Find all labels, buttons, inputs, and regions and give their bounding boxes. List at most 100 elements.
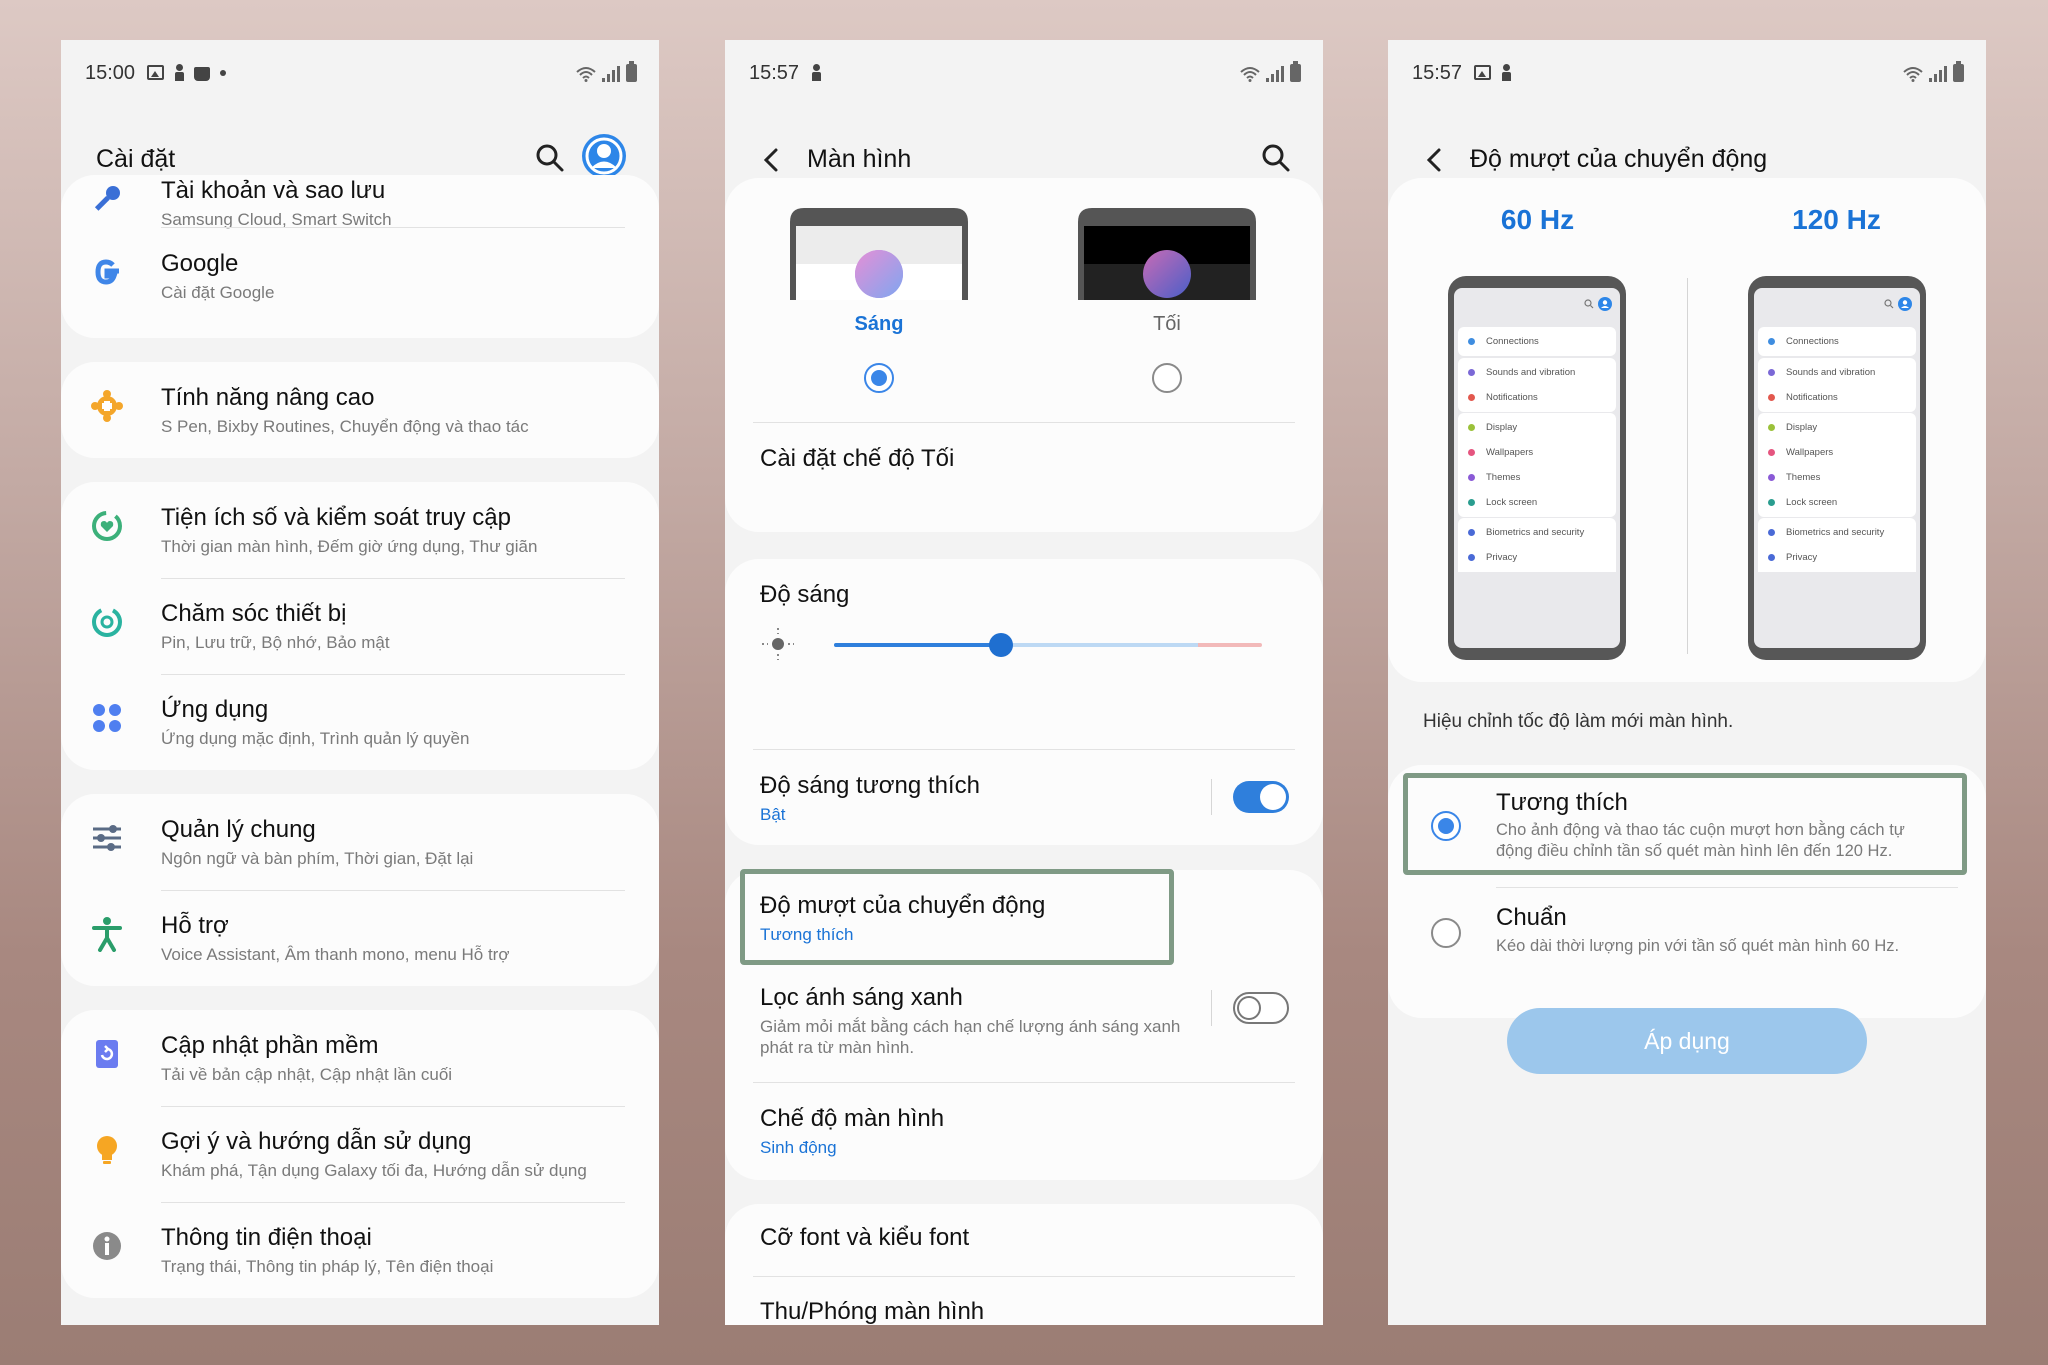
option-adaptive-highlight [1403,773,1967,875]
font-card: Cỡ font và kiểu font Thu/Phóng màn hình [725,1204,1323,1325]
list-item-tips-help[interactable]: Gợi ý và hướng dẫn sử dụng Khám phá, Tận… [61,1106,659,1202]
mini-list-item-label: Sounds and vibration [1486,367,1576,378]
battery-icon [626,61,637,82]
brightness-slider[interactable] [834,633,1262,657]
motion-smoothness-screen: 15:57 Độ mượt của chuyển động 60 Hz 120 … [1388,40,1986,1325]
mini-list-item-label: Lock screen [1486,497,1538,508]
theme-dark-label: Tối [1153,313,1181,335]
status-bar: 15:57 [725,50,1323,94]
font-size-style-link[interactable]: Cỡ font và kiểu font [760,1224,969,1252]
mini-list-item-label: Display [1486,422,1518,433]
mini-list-item-label: Connections [1786,336,1839,347]
status-time: 15:57 [749,62,800,84]
apply-button[interactable]: Áp dụng [1507,1008,1867,1074]
mini-item-icon [1468,369,1475,376]
option-standard-radio[interactable] [1431,918,1461,948]
page-title: Màn hình [807,145,912,173]
screen-zoom-link[interactable]: Thu/Phóng màn hình [760,1298,984,1325]
mini-list-item: Connections [1758,327,1916,356]
more-notifications-icon [220,69,226,76]
mini-list-item-label: Display [1786,422,1818,433]
theme-card: Sáng Tối Cài đặt chế độ Tối [725,178,1323,532]
theme-light-label: Sáng [854,313,904,335]
mini-item-icon [1768,529,1775,536]
blue-light-filter-toggle[interactable] [1233,992,1289,1024]
mini-list-item: Privacy [1758,543,1916,572]
option-standard-row[interactable]: Chuẩn Kéo dài thời lượng pin với tần số … [1388,888,1986,988]
list-item-general-management[interactable]: Quản lý chung Ngôn ngữ và bàn phím, Thời… [61,794,659,890]
accessibility-icon [92,917,122,952]
google-icon [95,259,119,285]
wifi-icon [1240,67,1260,82]
adaptive-brightness-toggle[interactable] [1233,781,1289,813]
mini-list-item-label: Biometrics and security [1486,527,1585,538]
display-settings-screen: 15:57 Màn hình Sáng Tối Cài đặt chế độ T… [725,40,1323,1325]
wellbeing-heart-icon [92,511,122,541]
mini-avatar-icon [1598,297,1612,311]
theme-dark-radio[interactable] [1152,363,1182,393]
general-card: Quản lý chung Ngôn ngữ và bàn phím, Thời… [61,794,659,986]
mini-item-icon [1768,338,1775,345]
mini-item-icon [1768,424,1775,431]
search-icon[interactable] [1259,141,1293,175]
software-update-icon [96,1040,118,1068]
status-bar: 15:57 [1388,50,1986,94]
list-item-accessibility[interactable]: Hỗ trợ Voice Assistant, Âm thanh mono, m… [61,890,659,986]
mini-list-item: Connections [1458,327,1616,356]
dark-mode-settings-link[interactable]: Cài đặt chế độ Tối [760,445,954,473]
wifi-icon [1903,67,1923,82]
blue-light-filter-row[interactable]: Lọc ánh sáng xanh Giảm mỏi mắt bằng cách… [725,962,1323,1082]
signal-icon [602,66,620,82]
mini-list-item: Lock screen [1458,488,1616,517]
hz120-label: 120 Hz [1792,204,1881,235]
list-item-software-update[interactable]: Cập nhật phần mềm Tải về bản cập nhật, C… [61,1010,659,1106]
signal-icon [1266,66,1284,82]
store-notification-icon [194,67,210,81]
mini-list-item: Notifications [1758,383,1916,412]
list-item-google[interactable]: Google Cài đặt Google [61,228,659,324]
back-arrow-icon[interactable] [1422,147,1448,173]
mini-item-icon [1768,394,1775,401]
refresh-rate-description: Hiệu chỉnh tốc độ làm mới màn hình. [1423,711,1734,732]
mini-list-item-label: Privacy [1486,552,1518,563]
mini-item-icon [1468,424,1475,431]
status-bar: 15:00 [61,50,659,94]
screen-mode-row[interactable]: Chế độ màn hình Sinh động [725,1083,1323,1180]
light-theme-preview[interactable] [790,208,968,300]
about-card: Cập nhật phần mềm Tải về bản cập nhật, C… [61,1010,659,1298]
list-item-about-phone[interactable]: Thông tin điện thoại Trạng thái, Thông t… [61,1202,659,1298]
mini-item-icon [1468,529,1475,536]
person-notification-icon [174,64,184,81]
mini-search-icon [1884,299,1894,309]
mini-item-icon [1768,449,1775,456]
battery-icon [1953,61,1964,82]
list-item-apps[interactable]: Ứng dụng Ứng dụng mặc định, Trình quản l… [61,674,659,770]
mini-item-icon [1768,499,1775,506]
mini-item-icon [1768,554,1775,561]
brightness-label: Độ sáng [760,581,850,608]
mini-list-item: Lock screen [1758,488,1916,517]
mini-list-item-label: Privacy [1786,552,1818,563]
brightness-sun-icon [762,628,794,660]
list-item-device-care[interactable]: Chăm sóc thiết bị Pin, Lưu trữ, Bộ nhớ, … [61,578,659,674]
puzzle-gear-icon [91,390,123,422]
mini-item-icon [1468,474,1475,481]
brightness-thumb[interactable] [988,633,1013,657]
brightness-fill [834,643,1001,647]
mini-item-icon [1468,394,1475,401]
brightness-card: Độ sáng Độ sáng tương thích Bật [725,559,1323,845]
list-item-digital-wellbeing[interactable]: Tiện ích số và kiểm soát truy cập Thời g… [61,482,659,578]
mini-search-icon [1584,299,1594,309]
theme-light-radio[interactable] [864,363,894,393]
preview-phone-120hz: Connections Sounds and vibration Notific… [1748,276,1926,660]
list-item-advanced-features[interactable]: Tính năng nâng cao S Pen, Bixby Routines… [61,362,659,458]
dark-theme-preview[interactable] [1078,208,1256,300]
mini-item-icon [1468,499,1475,506]
info-icon [93,1232,121,1260]
back-arrow-icon[interactable] [759,147,785,173]
mini-item-icon [1768,369,1775,376]
mini-list-item-label: Themes [1486,472,1521,483]
sliders-icon [93,825,121,851]
mini-list-item-label: Wallpapers [1786,447,1834,458]
wifi-icon [576,67,596,82]
